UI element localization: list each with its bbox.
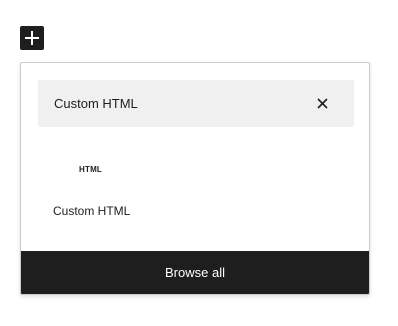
search-input[interactable] <box>38 80 310 127</box>
block-item-label: Custom HTML <box>53 204 131 218</box>
block-inserter-popover: HTML Custom HTML Browse all <box>20 62 370 295</box>
browse-all-button[interactable]: Browse all <box>21 251 369 294</box>
clear-search-button[interactable] <box>310 92 334 116</box>
plus-icon <box>25 31 39 45</box>
html-icon: HTML <box>79 165 103 174</box>
add-block-button[interactable] <box>20 26 44 50</box>
block-item-custom-html[interactable]: HTML Custom HTML <box>43 155 137 225</box>
close-icon <box>316 98 328 109</box>
search-field <box>38 80 354 127</box>
browse-all-label: Browse all <box>165 265 225 280</box>
